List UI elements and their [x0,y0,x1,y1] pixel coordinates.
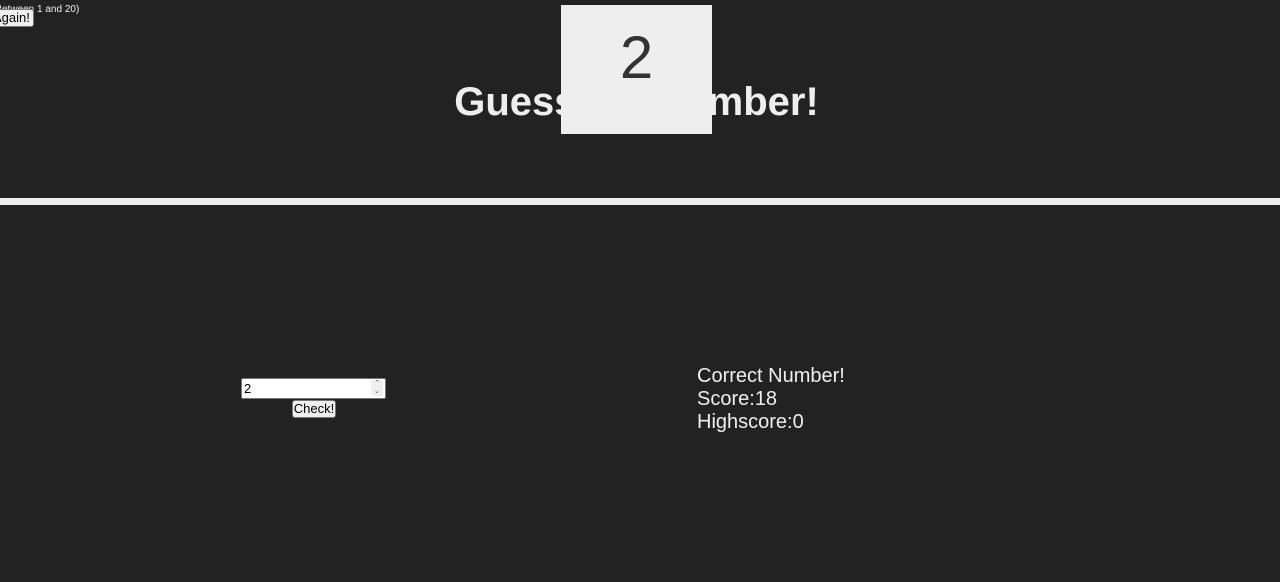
score-line: Score:18 [697,388,845,411]
guess-panel: ⌃ ⌄ Check! [241,378,387,418]
score-label: Score: [697,388,755,410]
secret-number: 2 [619,24,654,91]
guess-input-wrapper: ⌃ ⌄ [241,378,386,399]
header-divider [0,198,1280,205]
secret-number-box: 2 [561,5,712,134]
number-spinner[interactable]: ⌃ ⌄ [371,380,383,396]
highscore-line: Highscore:0 [697,411,845,434]
guess-my-number-page: (Between 1 and 20) Again! Guess My Numbe… [0,0,1280,582]
status-panel: Correct Number! Score:18 Highscore:0 [697,365,845,434]
score-value: 18 [754,388,778,410]
again-button[interactable]: Again! [0,9,34,27]
highscore-label: Highscore: [697,411,793,433]
guess-input[interactable] [241,378,386,399]
spinner-down-icon[interactable]: ⌄ [371,388,383,396]
highscore-value: 0 [792,411,804,433]
check-button[interactable]: Check! [291,400,337,418]
spinner-up-icon[interactable]: ⌃ [371,380,383,388]
game-header: (Between 1 and 20) Again! Guess My Numbe… [0,0,1280,198]
status-message: Correct Number! [697,365,845,387]
